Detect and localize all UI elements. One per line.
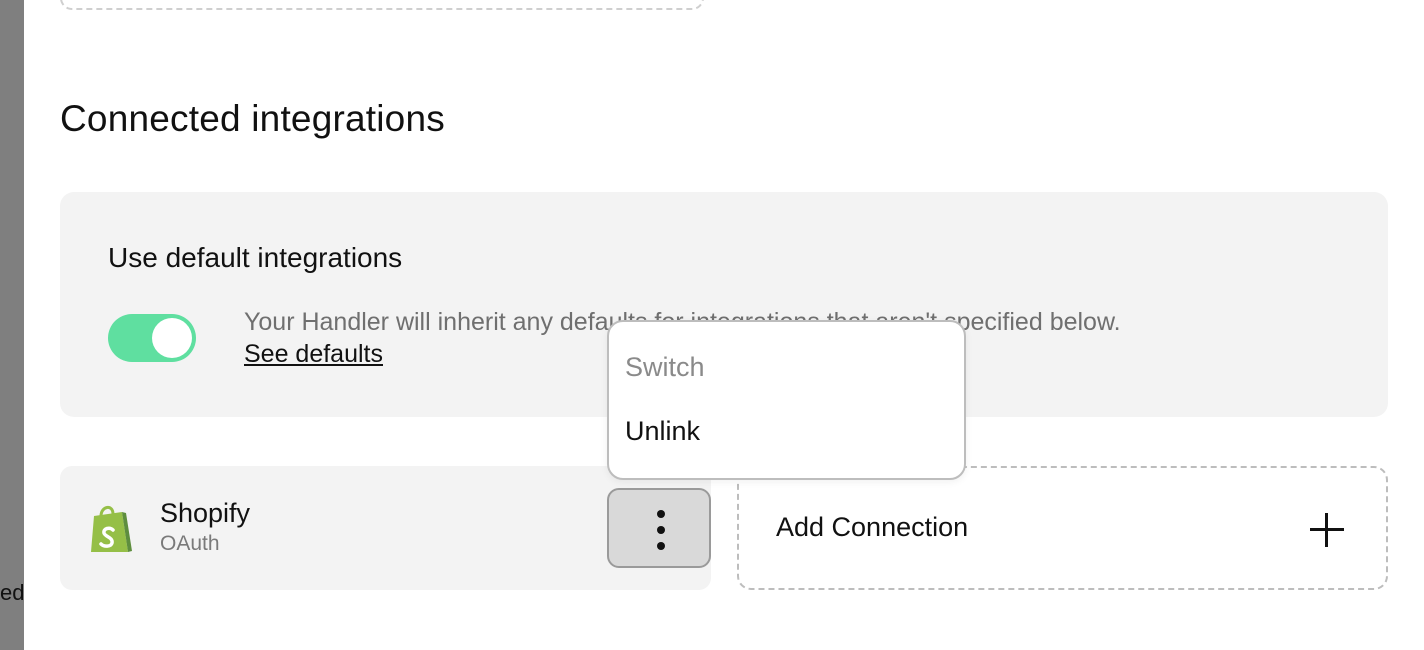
- integration-auth-type: OAuth: [160, 532, 220, 555]
- background-text: ed: [0, 580, 25, 605]
- default-integrations-toggle[interactable]: [108, 314, 196, 362]
- add-connection-label: Add Connection: [776, 512, 969, 542]
- toggle-knob: [152, 318, 192, 358]
- section-title: Connected integrations: [60, 98, 445, 139]
- plus-icon: [1310, 513, 1344, 547]
- add-connection-button[interactable]: Add Connection: [737, 466, 1388, 590]
- kebab-icon-dot: [657, 542, 665, 550]
- default-integrations-title: Use default integrations: [108, 242, 403, 273]
- options-dropdown-menu: Switch Unlink: [607, 320, 966, 480]
- more-options-button[interactable]: [607, 488, 711, 568]
- kebab-icon: [657, 510, 665, 518]
- background-panel: [0, 0, 24, 650]
- kebab-icon-dot: [657, 526, 665, 534]
- menu-item-switch[interactable]: Switch: [625, 352, 705, 383]
- previous-section-dashed-box: [60, 0, 704, 10]
- integration-name: Shopify: [160, 498, 251, 528]
- menu-item-unlink[interactable]: Unlink: [625, 416, 700, 447]
- see-defaults-link[interactable]: See defaults: [244, 340, 383, 369]
- integration-card-shopify: Shopify OAuth: [60, 466, 711, 590]
- shopify-bag-icon: [91, 506, 132, 552]
